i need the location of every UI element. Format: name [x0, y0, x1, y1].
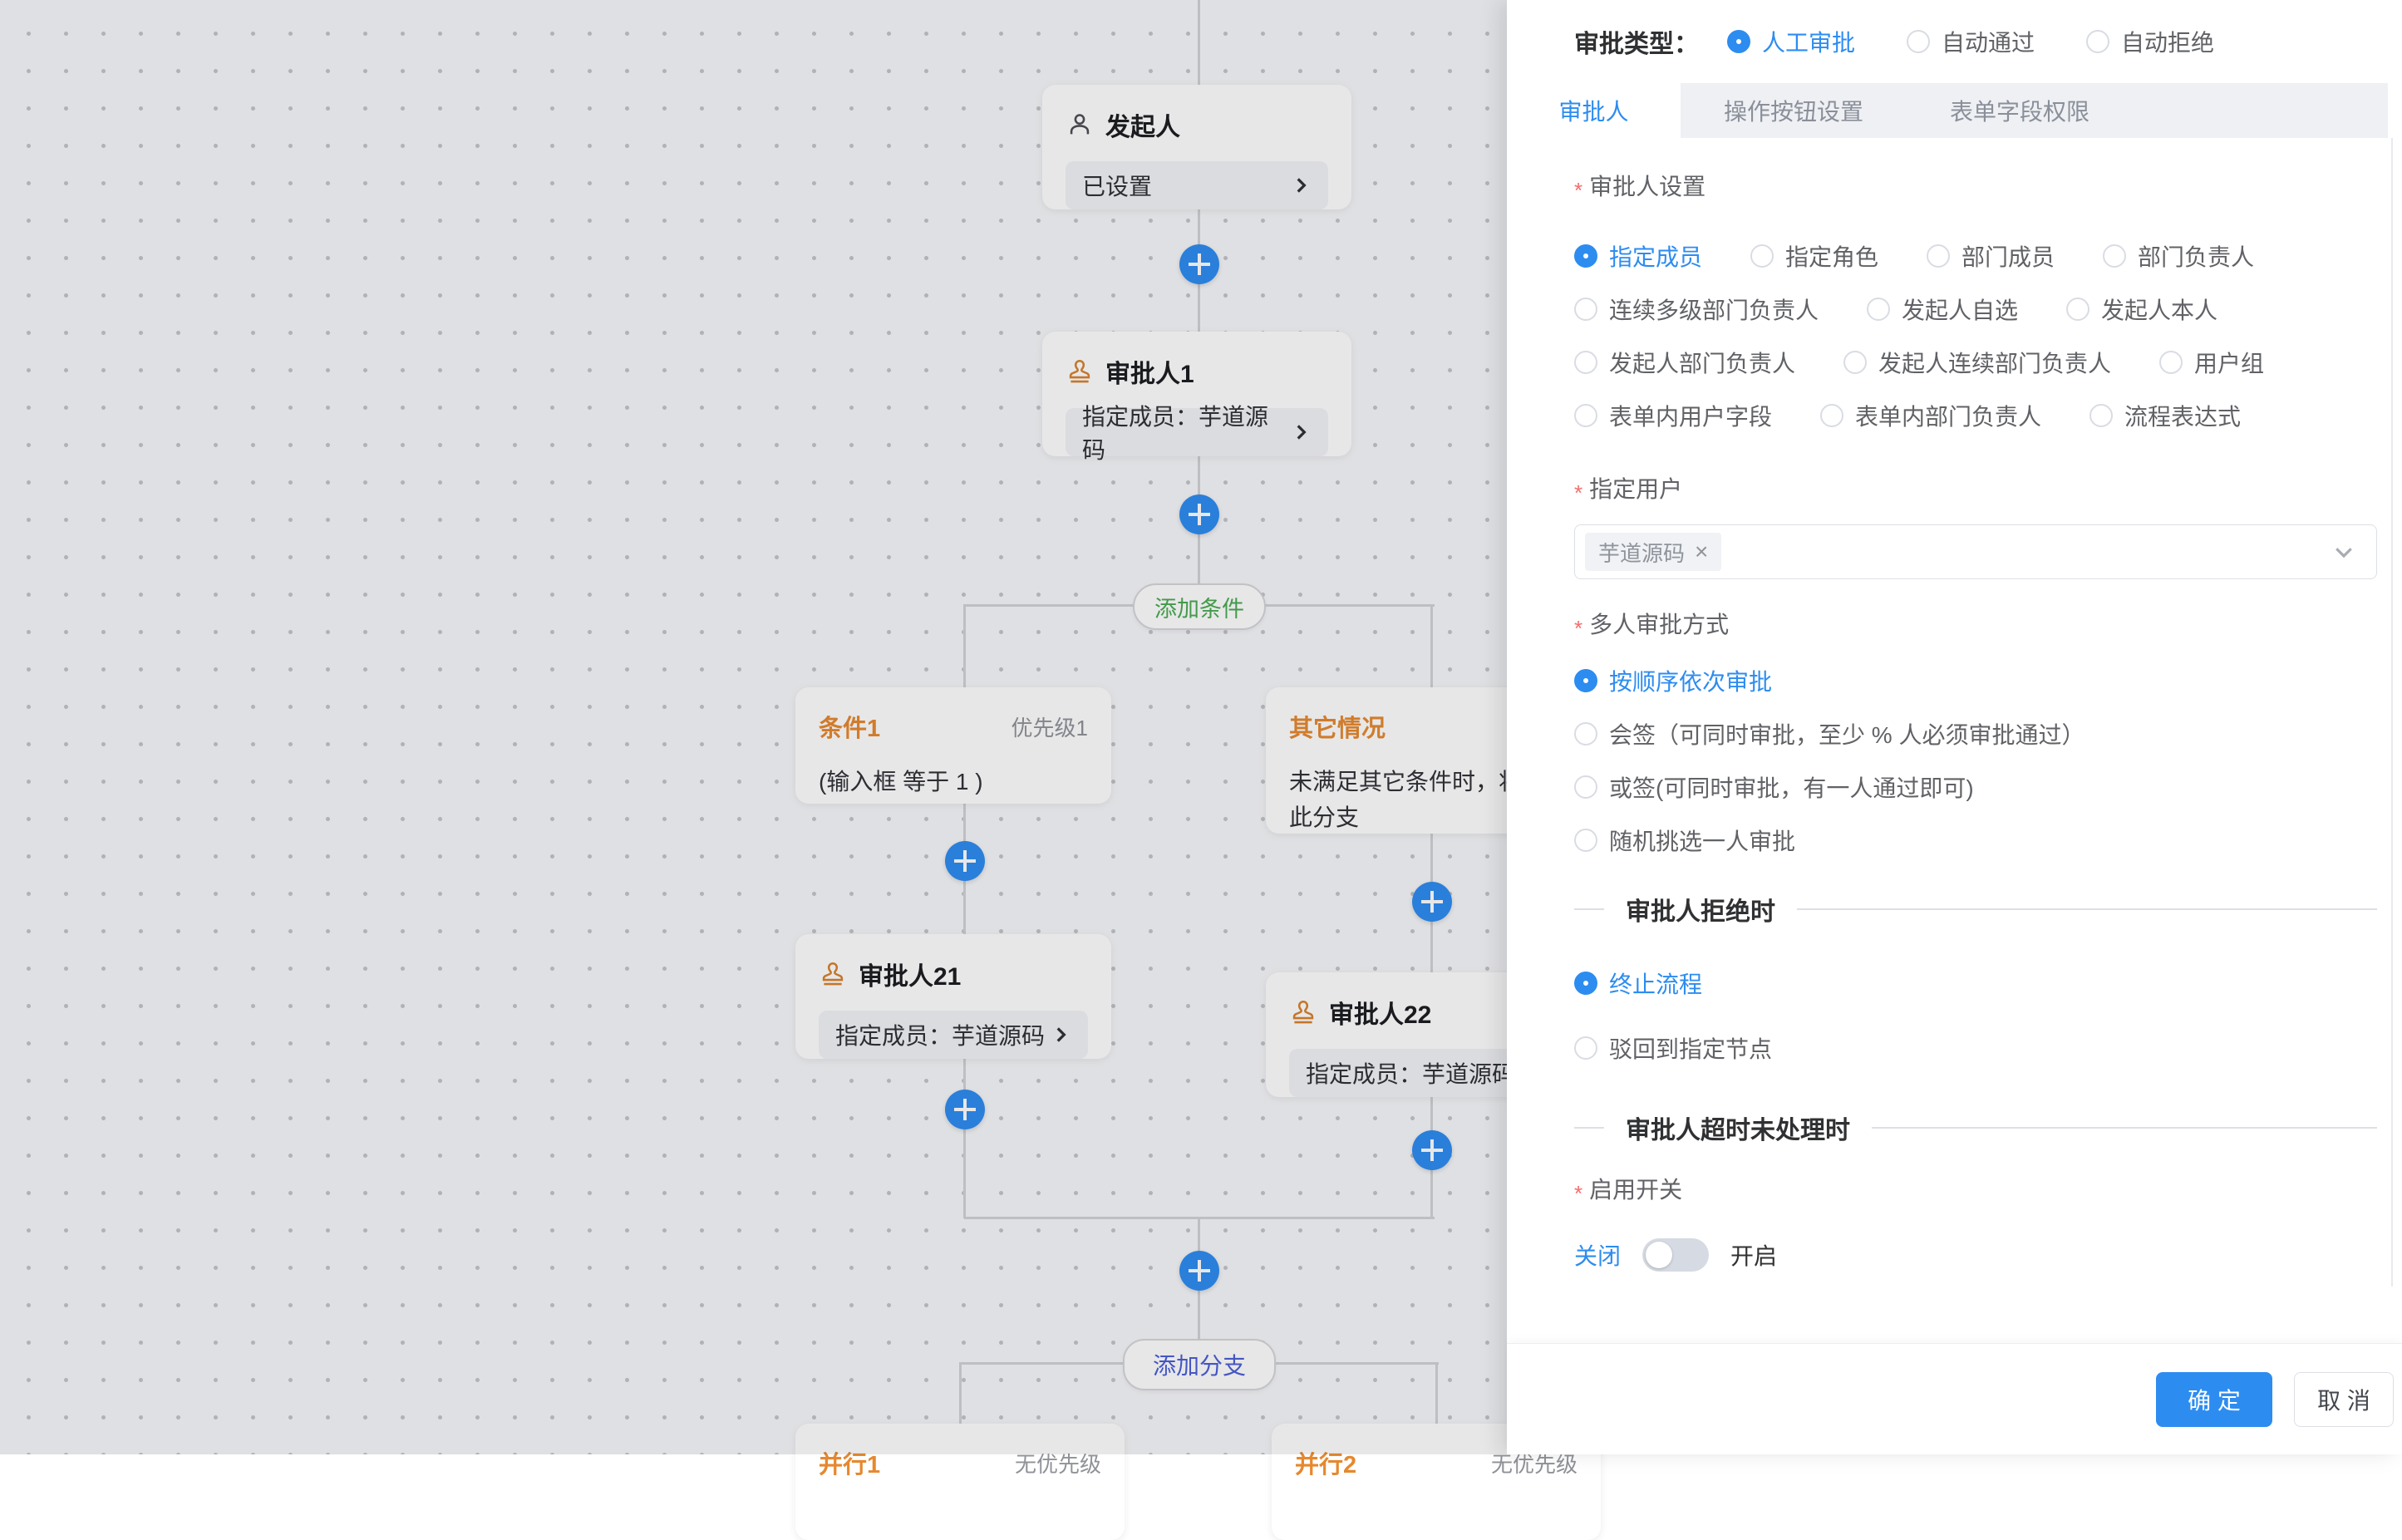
- reject-section-divider: 审批人拒绝时: [1574, 892, 2377, 927]
- radio-icon: [1927, 244, 1950, 268]
- approver-settings-panel: 审批类型： 人工审批 自动通过 自动拒绝: [1507, 0, 2402, 1454]
- settings-tabs: 审批人 操作按钮设置 表单字段权限: [1507, 83, 2388, 138]
- reject-section-title: 审批人拒绝时: [1626, 891, 1775, 927]
- timeout-section-title: 审批人超时未处理时: [1626, 1109, 1850, 1146]
- radio-icon: [1727, 30, 1750, 53]
- approval-type-radio-group: 人工审批 自动通过 自动拒绝: [1727, 25, 2214, 58]
- radio-icon: [1574, 775, 1597, 799]
- radio-icon: [1907, 30, 1930, 53]
- approval-type-header: 审批类型： 人工审批 自动通过 自动拒绝: [1507, 0, 2402, 83]
- approver-setting-radio[interactable]: 发起人连续部门负责人: [1843, 346, 2111, 379]
- radio-icon: [1750, 244, 1774, 268]
- radio-icon: [2066, 298, 2089, 321]
- multi-approve-radio[interactable]: 按顺序依次审批: [1574, 666, 2377, 696]
- enable-toggle[interactable]: [1642, 1238, 1709, 1272]
- divider-line: [1872, 1127, 2377, 1129]
- approver-setting-radio[interactable]: 发起人自选: [1867, 293, 2018, 326]
- selected-user-tag: 芋道源码 ×: [1585, 533, 1721, 571]
- required-asterisk: *: [1574, 1179, 1582, 1208]
- approver-setting-radio[interactable]: 部门负责人: [2103, 239, 2254, 273]
- approver-setting-row: 发起人部门负责人 发起人连续部门负责人 用户组: [1574, 347, 2377, 377]
- approval-type-radio[interactable]: 自动通过: [1907, 25, 2035, 58]
- radio-icon: [2159, 351, 2183, 374]
- approver-setting-label: * 审批人设置: [1574, 173, 2377, 204]
- radio-icon: [2086, 30, 2109, 53]
- radio-icon: [1574, 351, 1597, 374]
- toggle-on-label: 开启: [1730, 1238, 1777, 1272]
- radio-icon: [1843, 351, 1867, 374]
- toggle-off-label: 关闭: [1574, 1238, 1621, 1272]
- required-asterisk: *: [1574, 479, 1582, 507]
- radio-icon: [1574, 244, 1597, 268]
- multi-approve-radio[interactable]: 或签(可同时审批，有一人通过即可): [1574, 772, 2377, 802]
- radio-icon: [1574, 298, 1597, 321]
- approval-type-radio[interactable]: 自动拒绝: [2086, 25, 2214, 58]
- settings-tab[interactable]: 表单字段权限: [1907, 83, 2133, 138]
- approver-setting-radio[interactable]: 连续多级部门负责人: [1574, 293, 1819, 326]
- approver-setting-row: 表单内用户字段 表单内部门负责人 流程表达式: [1574, 401, 2377, 431]
- selected-user-name: 芋道源码: [1598, 537, 1685, 568]
- divider-line: [1574, 1127, 1604, 1129]
- required-asterisk: *: [1574, 176, 1582, 204]
- approval-type-label: 审批类型：: [1574, 23, 1699, 60]
- divider-line: [1797, 908, 2377, 910]
- radio-icon: [1574, 829, 1597, 852]
- approver-setting-radio[interactable]: 部门成员: [1927, 239, 2055, 273]
- radio-icon: [1574, 404, 1597, 427]
- radio-icon: [2103, 244, 2126, 268]
- approver-setting-radio[interactable]: 表单内用户字段: [1574, 399, 1772, 432]
- settings-tab[interactable]: 审批人: [1507, 83, 1681, 138]
- approver-setting-radio[interactable]: 指定角色: [1750, 239, 1878, 273]
- radio-icon: [1820, 404, 1843, 427]
- chevron-down-icon: [2331, 539, 2356, 564]
- approver-setting-radio[interactable]: 流程表达式: [2089, 399, 2241, 432]
- assign-user-label: * 指定用户: [1574, 475, 2377, 507]
- approver-setting-row: 连续多级部门负责人 发起人自选 发起人本人: [1574, 294, 2377, 324]
- panel-footer: 确 定 取 消: [1507, 1343, 2402, 1454]
- reject-radio-group: 终止流程 驳回到指定节点: [1574, 933, 2377, 1063]
- multi-approve-radio[interactable]: 会签（可同时审批，至少 % 人必须审批通过）: [1574, 719, 2377, 749]
- divider-line: [1574, 908, 1604, 910]
- timeout-section-divider: 审批人超时未处理时: [1574, 1110, 2377, 1145]
- toggle-knob: [1646, 1242, 1672, 1268]
- assign-user-select[interactable]: 芋道源码 ×: [1574, 524, 2377, 579]
- panel-body[interactable]: * 审批人设置 指定成员 指定角色 部门成员: [1507, 138, 2402, 1287]
- approver-setting-row: 指定成员 指定角色 部门成员 部门负责人: [1574, 241, 2377, 271]
- enable-switch-label: * 启用开关: [1574, 1176, 2377, 1208]
- radio-icon: [1867, 298, 1890, 321]
- panel-scrollbar[interactable]: [2391, 138, 2393, 1287]
- remove-tag-icon[interactable]: ×: [1695, 539, 1708, 565]
- required-asterisk: *: [1574, 614, 1582, 642]
- confirm-button[interactable]: 确 定: [2156, 1372, 2272, 1427]
- multi-approve-radio[interactable]: 随机挑选一人审批: [1574, 825, 2377, 855]
- approver-setting-radio[interactable]: 发起人本人: [2066, 293, 2217, 326]
- radio-icon: [1574, 1036, 1597, 1060]
- approval-type-radio[interactable]: 人工审批: [1727, 25, 1855, 58]
- cancel-button[interactable]: 取 消: [2294, 1372, 2394, 1427]
- timeout-toggle-row: 关闭 开启: [1574, 1237, 2377, 1273]
- approver-setting-radio[interactable]: 表单内部门负责人: [1820, 399, 2041, 432]
- approver-setting-radio[interactable]: 指定成员: [1574, 239, 1702, 273]
- multi-approve-radio-group: 按顺序依次审批 会签（可同时审批，至少 % 人必须审批通过） 或签(可同时审批，…: [1574, 642, 2377, 855]
- multi-approve-label: * 多人审批方式: [1574, 611, 2377, 642]
- radio-icon: [1574, 972, 1597, 995]
- radio-icon: [2089, 404, 2113, 427]
- reject-radio[interactable]: 终止流程: [1574, 968, 2377, 998]
- radio-icon: [1574, 669, 1597, 692]
- approver-setting-radio[interactable]: 用户组: [2159, 346, 2264, 379]
- settings-tab[interactable]: 操作按钮设置: [1681, 83, 1907, 138]
- radio-icon: [1574, 722, 1597, 745]
- approver-setting-radio[interactable]: 发起人部门负责人: [1574, 346, 1795, 379]
- reject-radio[interactable]: 驳回到指定节点: [1574, 1033, 2377, 1063]
